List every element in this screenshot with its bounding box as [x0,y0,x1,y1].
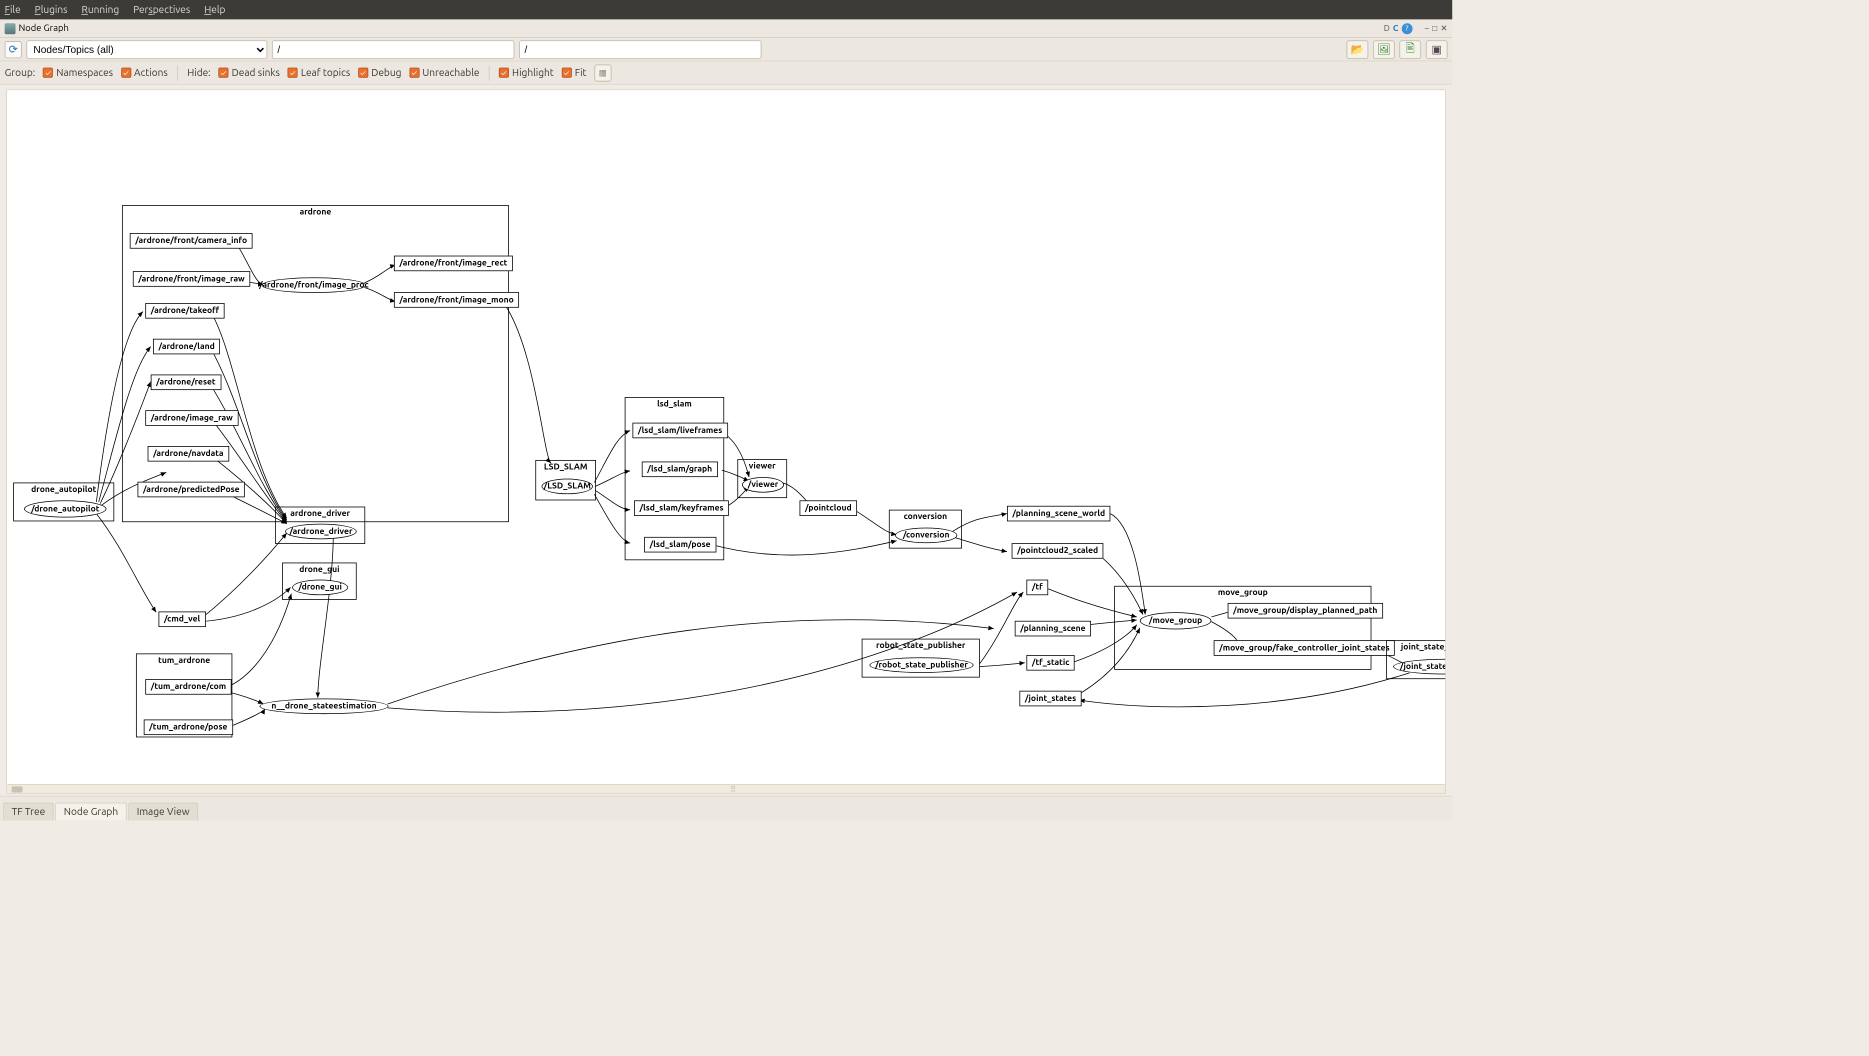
topic-display-planned-path[interactable]: /move_group/display_planned_path [1228,603,1383,619]
chk-namespaces[interactable]: Namespaces [43,67,113,78]
topic-ardrone-front-camera-info[interactable]: /ardrone/front/camera_info [130,233,253,249]
node-filter-input[interactable] [272,40,514,59]
folder-open-icon: 📂 [1351,43,1365,56]
menubar: File Plugins Running Perspectives Help [0,0,1452,19]
chk-highlight[interactable]: Highlight [499,67,554,78]
tab-image-view[interactable]: Image View [128,803,198,821]
topic-tf-static[interactable]: /tf_static [1026,655,1074,671]
chk-unreachable[interactable]: Unreachable [409,67,479,78]
topic-ardrone-reset[interactable]: /ardrone/reset [151,375,221,391]
chk-leaf-topics[interactable]: Leaf topics [288,67,351,78]
menu-perspectives[interactable]: Perspectives [133,4,190,15]
node-drone-gui[interactable]: /drone_gui [292,580,348,596]
topic-pointcloud[interactable]: /pointcloud [800,500,857,516]
node-move-group[interactable]: /move_group [1140,612,1211,629]
chk-debug[interactable]: Debug [358,67,401,78]
group-move-group[interactable]: move_group [1114,586,1371,670]
horizontal-scrollbar[interactable]: ⠿ [6,785,1446,794]
open-button[interactable]: 📂 [1347,40,1369,59]
minimize-button[interactable]: – [1425,24,1429,33]
window-title: Node Graph [19,23,69,33]
topic-planning-scene[interactable]: /planning_scene [1015,621,1091,637]
group-label: Group: [5,67,36,78]
menu-help[interactable]: Help [204,4,225,15]
topic-joint-states[interactable]: /joint_states [1019,691,1081,707]
reload-button[interactable]: ⟳ [5,41,22,58]
expand-icon: ▣ [1432,43,1442,56]
group-ardrone[interactable]: ardrone [122,205,509,522]
node-ardrone-driver[interactable]: /ardrone_driver [285,524,356,540]
topic-ardrone-takeoff[interactable]: /ardrone/takeoff [145,303,224,319]
chk-fit[interactable]: Fit [562,67,587,78]
document-save-icon: 🖹 [1406,40,1415,59]
topic-lsd-keyframes[interactable]: /lsd_slam/keyframes [634,500,729,516]
node-ardrone-front-image-proc[interactable]: /ardrone/front/image_proc [262,277,366,293]
d-icon[interactable]: D [1384,24,1390,33]
loop-icon[interactable]: C [1393,24,1398,33]
topic-lsd-pose[interactable]: /lsd_slam/pose [644,537,716,553]
tab-node-graph[interactable]: Node Graph [55,803,126,821]
save-dot-button[interactable]: 🖹 [1399,40,1421,59]
topic-tum-ardrone-pose[interactable]: /tum_ardrone/pose [144,720,233,736]
max-view-button[interactable]: ▣ [1426,40,1448,59]
node-drone-stateestimation[interactable]: n__drone_stateestimation [260,699,389,715]
graph-canvas[interactable]: drone_autopilot /drone_autopilot ardrone… [6,89,1446,784]
tab-tf-tree[interactable]: TF Tree [3,803,54,821]
close-button[interactable]: ✕ [1440,23,1447,33]
picture-icon: ▦ [599,68,607,78]
graph-area: drone_autopilot /drone_autopilot ardrone… [0,85,1452,796]
topic-lsd-liveframes[interactable]: /lsd_slam/liveframes [632,423,727,439]
toolbar-row-2: Group: Namespaces Actions Hide: Dead sin… [0,61,1452,84]
topic-ardrone-front-image-mono[interactable]: /ardrone/front/image_mono [394,292,519,308]
topic-pointcloud2-scaled[interactable]: /pointcloud2_scaled [1012,543,1104,559]
node-viewer[interactable]: /viewer [742,477,784,493]
node-lsd-slam[interactable]: /LSD_SLAM [542,479,593,495]
topic-tf[interactable]: /tf [1026,580,1048,596]
chk-actions[interactable]: Actions [121,67,168,78]
scrollbar-grip-icon: ⠿ [23,784,1446,793]
group-lsd-slam-topics[interactable]: lsd_slam [625,397,724,560]
image-save-icon: 🖼 [1377,43,1391,56]
tab-bar: TF Tree Node Graph Image View [0,796,1452,821]
topic-planning-scene-world[interactable]: /planning_scene_world [1007,506,1111,522]
topic-lsd-graph[interactable]: /lsd_slam/graph [642,462,718,478]
menu-running[interactable]: Running [82,4,120,15]
topic-fake-controller-joint-states[interactable]: /move_group/fake_controller_joint_states [1214,640,1395,656]
save-image-button[interactable]: 🖼 [1373,40,1395,59]
zoom-icon-button[interactable]: ▦ [594,64,611,81]
graph-type-select[interactable]: Nodes/Topics (all) [26,40,267,59]
node-drone-autopilot[interactable]: /drone_autopilot [24,500,106,517]
topic-ardrone-front-image-raw[interactable]: /ardrone/front/image_raw [133,271,250,287]
titlebar: Node Graph D C ? – □ ✕ [0,19,1452,38]
topic-cmd-vel[interactable]: /cmd_vel [159,611,206,627]
topic-ardrone-front-image-rect[interactable]: /ardrone/front/image_rect [394,256,513,272]
node-conversion[interactable]: /conversion [895,528,957,544]
topic-ardrone-predictedPose[interactable]: /ardrone/predictedPose [138,482,245,498]
window-icon [5,23,16,34]
scrollbar-thumb[interactable] [12,786,23,792]
node-robot-state-publisher[interactable]: /robot_state_publisher [869,657,973,673]
maximize-button[interactable]: □ [1432,24,1437,33]
toolbar-row-1: ⟳ Nodes/Topics (all) 📂 🖼 🖹 ▣ [0,38,1452,61]
hide-label: Hide: [187,67,210,78]
topic-filter-input[interactable] [519,40,761,59]
chk-dead-sinks[interactable]: Dead sinks [218,67,279,78]
topic-ardrone-navdata[interactable]: /ardrone/navdata [148,446,229,462]
topic-ardrone-land[interactable]: /ardrone/land [153,339,220,355]
topic-tum-ardrone-com[interactable]: /tum_ardrone/com [145,679,231,695]
help-icon[interactable]: ? [1401,23,1412,34]
topic-ardrone-image-raw[interactable]: /ardrone/image_raw [145,410,238,426]
menu-file[interactable]: File [5,4,21,15]
menu-plugins[interactable]: Plugins [35,4,68,15]
